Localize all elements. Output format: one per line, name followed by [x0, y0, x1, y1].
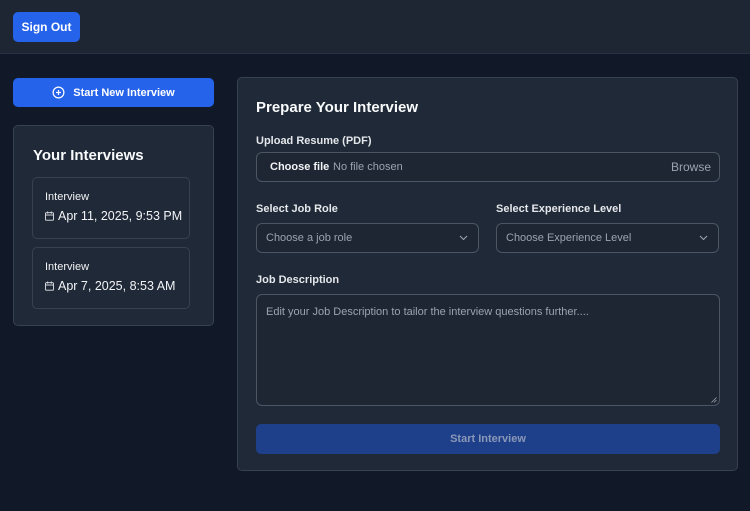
interviews-title: Your Interviews	[33, 147, 144, 164]
job-role-label: Select Job Role	[256, 203, 338, 215]
job-role-select[interactable]: Choose a job role	[256, 223, 479, 253]
experience-selected-value: Choose Experience Level	[506, 232, 632, 244]
file-status: No file chosen	[333, 161, 403, 173]
choose-file-button[interactable]: Choose file	[270, 161, 329, 173]
interviews-panel: Your Interviews Interview Apr 11, 2025, …	[13, 125, 214, 326]
resize-grip-icon[interactable]	[711, 397, 717, 403]
job-role-selected-value: Choose a job role	[266, 232, 353, 244]
interview-card-date: Apr 7, 2025, 8:53 AM	[45, 279, 175, 293]
interview-card-date: Apr 11, 2025, 9:53 PM	[45, 209, 182, 223]
calendar-icon	[45, 281, 54, 291]
job-description-label: Job Description	[256, 274, 340, 286]
calendar-icon	[45, 211, 54, 221]
interview-card[interactable]: Interview Apr 11, 2025, 9:53 PM	[32, 177, 190, 239]
browse-button[interactable]: Browse	[671, 160, 711, 174]
resume-label: Upload Resume (PDF)	[256, 135, 372, 147]
experience-label: Select Experience Level	[496, 203, 622, 215]
job-description-placeholder: Edit your Job Description to tailor the …	[266, 306, 589, 318]
resume-file-input[interactable]: Choose file No file chosen Browse	[256, 152, 720, 182]
interview-card-label: Interview	[45, 191, 90, 203]
experience-level-select[interactable]: Choose Experience Level	[496, 223, 719, 253]
top-bar: Sign Out	[0, 0, 750, 54]
prepare-interview-panel: Prepare Your Interview Upload Resume (PD…	[237, 77, 738, 471]
start-new-interview-button[interactable]: Start New Interview	[13, 78, 214, 107]
interview-date-text: Apr 11, 2025, 9:53 PM	[58, 209, 183, 223]
chevron-down-icon	[699, 235, 708, 241]
job-description-textarea[interactable]: Edit your Job Description to tailor the …	[256, 294, 720, 406]
sign-out-button[interactable]: Sign Out	[13, 12, 80, 42]
interview-card[interactable]: Interview Apr 7, 2025, 8:53 AM	[32, 247, 190, 309]
start-new-interview-label: Start New Interview	[73, 86, 175, 99]
interview-date-text: Apr 7, 2025, 8:53 AM	[58, 279, 176, 293]
plus-circle-icon	[52, 86, 65, 99]
start-interview-button[interactable]: Start Interview	[256, 424, 720, 454]
prepare-interview-title: Prepare Your Interview	[256, 99, 419, 116]
chevron-down-icon	[459, 235, 468, 241]
interview-card-label: Interview	[45, 261, 90, 273]
